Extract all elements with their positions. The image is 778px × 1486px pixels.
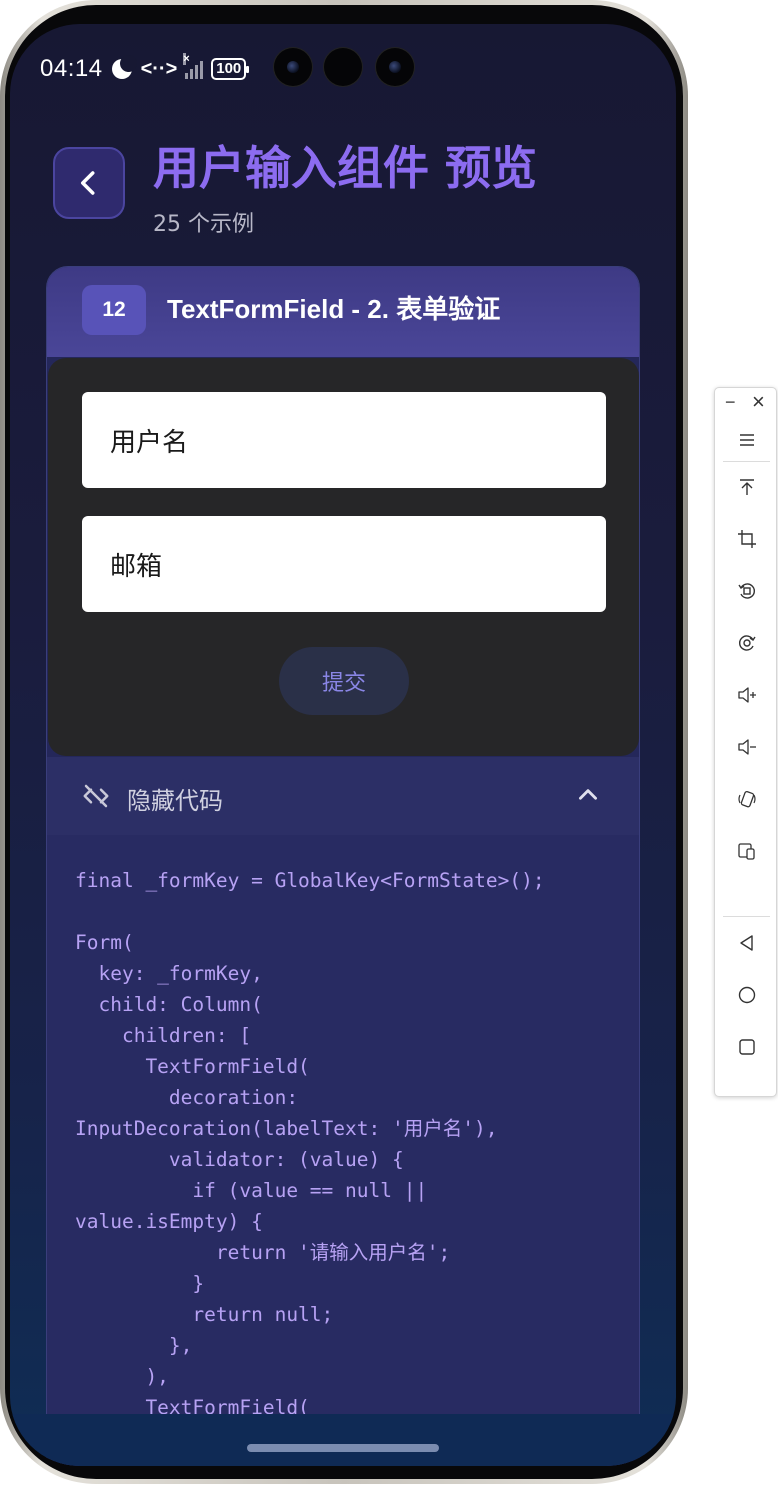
hide-code-toggle[interactable]: 隐藏代码 [47, 757, 639, 835]
page-title: 用户输入组件 预览 [153, 141, 538, 195]
volume-up-button[interactable] [715, 678, 778, 712]
phone-screen: 04:14 <··> × 100 用户输入组件 预览 25 个示例 12 Tex… [10, 24, 676, 1466]
chevron-up-icon [579, 789, 597, 800]
toolbar-divider [723, 461, 770, 462]
status-bar: 04:14 <··> × 100 [40, 53, 250, 84]
bottom-bar [10, 1414, 676, 1466]
camera-lens-icon [274, 48, 312, 86]
demo-preview-area: 用户名 邮箱 提交 [48, 358, 639, 756]
shake-device-icon [737, 790, 756, 808]
shake-button[interactable] [715, 782, 778, 816]
minimize-button[interactable]: − [725, 392, 736, 413]
no-signal-mark: × [183, 53, 190, 65]
pin-top-button[interactable] [715, 470, 778, 504]
username-field-label: 用户名 [110, 427, 189, 458]
nav-recents-button[interactable] [715, 1030, 778, 1064]
menu-icon [739, 434, 754, 446]
example-number-badge: 12 [82, 285, 146, 335]
camera-sensor-icon [324, 48, 362, 86]
rotate-right-button[interactable] [715, 626, 778, 660]
volume-down-button[interactable] [715, 730, 778, 764]
email-field[interactable]: 邮箱 [82, 516, 606, 612]
rotate-left-button[interactable] [715, 574, 778, 608]
nav-back-button[interactable] [715, 926, 778, 960]
nav-home-button[interactable] [715, 978, 778, 1012]
square-recents-icon [738, 1039, 755, 1055]
pin-top-icon [739, 479, 754, 495]
chevron-left-icon [81, 171, 95, 195]
toolbar-divider [723, 916, 770, 917]
email-field-label: 邮箱 [110, 551, 163, 582]
card-header: 12 TextFormField - 2. 表单验证 [47, 267, 639, 357]
emulator-toolbar: − × [714, 387, 777, 1097]
username-field[interactable]: 用户名 [82, 392, 606, 488]
battery-icon: 100 [211, 58, 250, 80]
camera-lens-icon [376, 48, 414, 86]
menu-button[interactable] [715, 423, 778, 457]
back-button[interactable] [53, 147, 125, 219]
triangle-back-icon [739, 935, 753, 951]
code-toggle-label: 隐藏代码 [127, 787, 223, 815]
data-transfer-icon: <··> [140, 57, 178, 80]
rotate-left-icon [737, 583, 755, 599]
close-button[interactable]: × [752, 389, 765, 415]
rotate-right-icon [738, 635, 756, 651]
multi-device-icon [737, 843, 755, 860]
screenshot-button[interactable] [715, 522, 778, 556]
volume-down-icon [737, 739, 756, 755]
code-off-icon [83, 784, 109, 808]
submit-button[interactable]: 提交 [279, 647, 409, 715]
multi-device-button[interactable] [715, 834, 778, 868]
example-card: 12 TextFormField - 2. 表单验证 用户名 邮箱 提交 隐藏代… [46, 266, 640, 1466]
code-block: final _formKey = GlobalKey<FormState>();… [47, 835, 639, 1466]
circle-home-icon [738, 986, 755, 1004]
moon-icon [111, 55, 137, 80]
crop-icon [737, 530, 756, 548]
home-indicator[interactable] [247, 1444, 439, 1452]
status-time: 04:14 [40, 55, 103, 82]
page-subtitle: 25 个示例 [153, 212, 254, 237]
signal-icon: × [183, 53, 204, 79]
toolbar-window-controls: − × [715, 389, 778, 418]
volume-up-icon [737, 687, 756, 703]
card-title: TextFormField - 2. 表单验证 [167, 294, 501, 324]
